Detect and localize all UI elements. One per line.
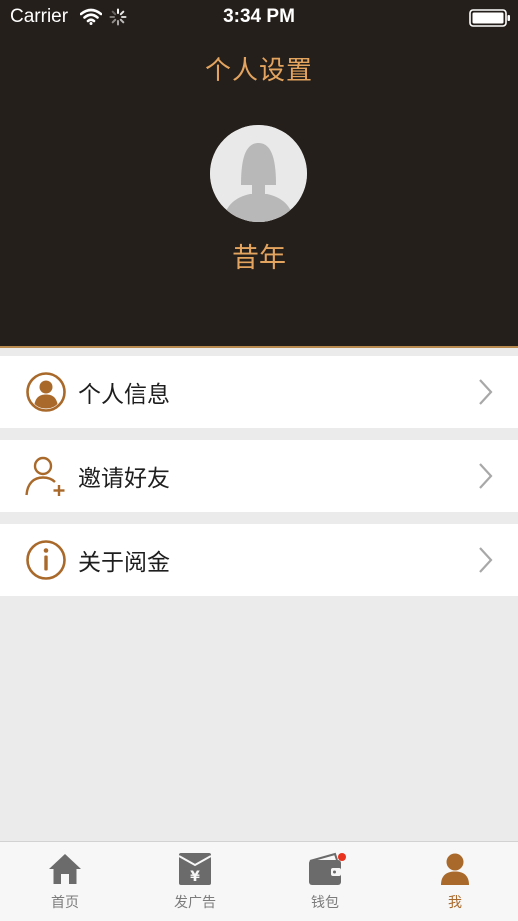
chevron-right-icon [478,378,494,410]
tab-post-ad[interactable]: ¥ 发广告 [130,842,260,921]
tab-bar: 首页 ¥ 发广告 钱包 我 [0,841,518,921]
profile-header: Carrier 3:34 PM 个人设置 昔年 [0,0,518,348]
tab-label: 我 [448,895,462,911]
notification-dot [338,853,346,861]
menu-item-label: 邀请好友 [78,466,170,492]
svg-text:¥: ¥ [190,869,200,885]
menu-item-invite-friends[interactable]: 邀请好友 [0,440,518,512]
tab-me[interactable]: 我 [390,842,518,921]
menu-item-profile-info[interactable]: 个人信息 [0,356,518,428]
add-user-icon [25,455,67,497]
tab-home[interactable]: 首页 [0,842,130,921]
tab-wallet[interactable]: 钱包 [260,842,390,921]
page-title: 个人设置 [204,56,313,86]
menu-item-about[interactable]: 关于阅金 [0,524,518,596]
battery-icon [469,9,511,32]
avatar[interactable] [210,125,307,222]
home-icon [47,852,83,886]
yen-envelope-icon: ¥ [177,852,213,886]
tab-label: 首页 [51,895,79,911]
person-icon [437,852,473,886]
status-bar: Carrier 3:34 PM [0,0,518,34]
clock: 3:34 PM [223,6,295,27]
default-avatar-icon [210,125,307,222]
user-circle-icon [25,371,67,413]
menu-item-label: 个人信息 [78,382,170,408]
info-icon [25,539,67,581]
tab-label: 发广告 [174,895,216,911]
username: 昔年 [232,243,286,274]
tab-label: 钱包 [311,895,339,911]
wallet-icon [307,852,346,886]
chevron-right-icon [478,462,494,494]
chevron-right-icon [478,546,494,578]
menu-item-label: 关于阅金 [78,550,170,576]
